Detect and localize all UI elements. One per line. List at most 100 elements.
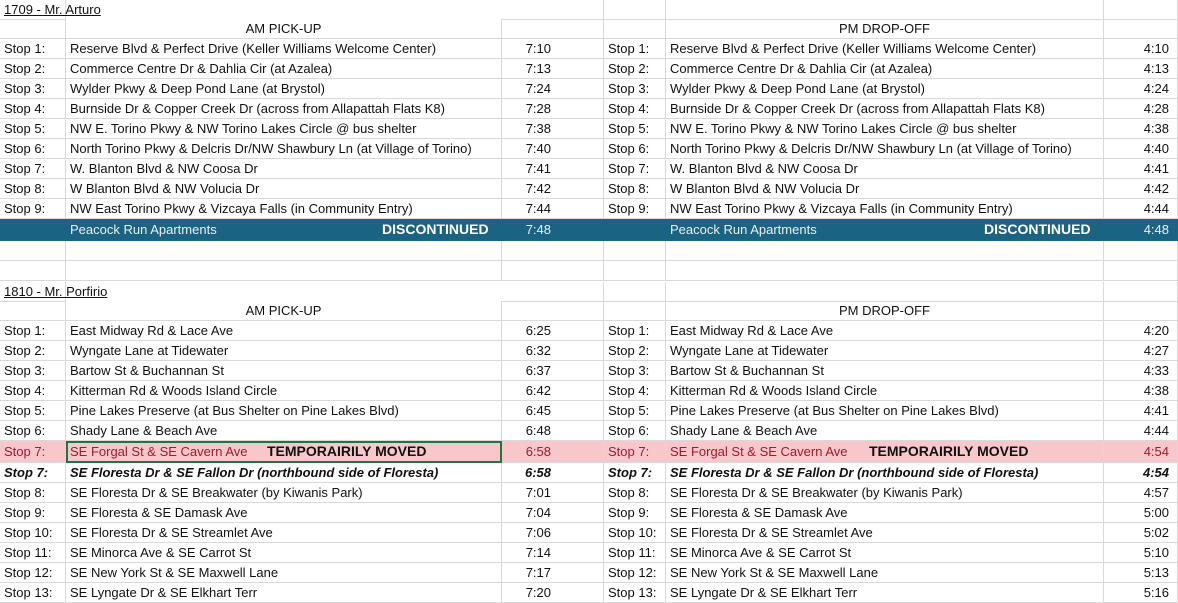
pm-stop-location[interactable]: Wyngate Lane at Tidewater [666, 341, 1104, 361]
pm-time[interactable]: 4:33 [1104, 361, 1178, 381]
stop-label[interactable]: Stop 2: [604, 341, 666, 361]
stop-label[interactable]: Stop 8: [0, 179, 66, 199]
stop-label[interactable]: Stop 7: [0, 159, 66, 179]
pm-time[interactable]: 4:54 [1104, 441, 1178, 463]
stop-label[interactable]: Stop 5: [0, 119, 66, 139]
stop-label[interactable]: Stop 4: [0, 381, 66, 401]
am-stop-location[interactable]: SE Floresta & SE Damask Ave [66, 503, 502, 523]
empty-cell[interactable] [666, 241, 1104, 261]
am-time[interactable]: 6:45 [502, 401, 604, 421]
stop-label[interactable]: Stop 5: [0, 401, 66, 421]
am-time[interactable]: 6:48 [502, 421, 604, 441]
pm-header[interactable]: PM DROP-OFF [666, 301, 1104, 321]
stop-label[interactable]: Stop 4: [604, 99, 666, 119]
pm-stop-location[interactable]: SE New York St & SE Maxwell Lane [666, 563, 1104, 583]
stop-label[interactable]: Stop 7: [604, 441, 666, 463]
stop-label[interactable]: Stop 1: [0, 321, 66, 341]
am-stop-location[interactable]: W. Blanton Blvd & NW Coosa Dr [66, 159, 502, 179]
stop-label[interactable]: Stop 7: [604, 159, 666, 179]
stop-label[interactable]: Stop 6: [604, 421, 666, 441]
am-time[interactable]: 7:13 [502, 59, 604, 79]
pm-stop-location[interactable]: SE Floresta & SE Damask Ave [666, 503, 1104, 523]
empty-cell[interactable] [604, 241, 666, 261]
am-stop-location[interactable]: NW E. Torino Pkwy & NW Torino Lakes Circ… [66, 119, 502, 139]
am-stop-location[interactable]: SE Floresta Dr & SE Breakwater (by Kiwan… [66, 483, 502, 503]
stop-label[interactable]: Stop 3: [0, 361, 66, 381]
stop-label[interactable]: Stop 9: [604, 503, 666, 523]
am-stop-location[interactable]: Wylder Pkwy & Deep Pond Lane (at Brystol… [66, 79, 502, 99]
empty-cell[interactable] [502, 301, 604, 321]
stop-label[interactable]: Stop 10: [0, 523, 66, 543]
empty-cell[interactable] [604, 282, 666, 302]
stop-label[interactable]: Stop 5: [604, 401, 666, 421]
empty-cell[interactable] [604, 0, 666, 20]
pm-time[interactable]: 4:57 [1104, 483, 1178, 503]
am-stop-location[interactable]: Wyngate Lane at Tidewater [66, 341, 502, 361]
pm-stop-location[interactable]: Wylder Pkwy & Deep Pond Lane (at Brystol… [666, 79, 1104, 99]
stop-label[interactable]: Stop 11: [604, 543, 666, 563]
pm-time[interactable]: 4:54 [1104, 463, 1178, 483]
empty-cell[interactable] [604, 301, 666, 321]
empty-cell[interactable] [604, 261, 666, 281]
am-time[interactable]: 7:20 [502, 583, 604, 603]
empty-cell[interactable] [502, 0, 604, 20]
pm-stop-location[interactable]: Peacock Run Apartments DISCONTINUED [666, 219, 1104, 241]
pm-time[interactable]: 4:41 [1104, 401, 1178, 421]
stop-label[interactable]: Stop 13: [604, 583, 666, 603]
empty-cell[interactable] [666, 261, 1104, 281]
pm-time[interactable]: 4:20 [1104, 321, 1178, 341]
pm-time[interactable]: 5:02 [1104, 523, 1178, 543]
am-stop-location[interactable]: Commerce Centre Dr & Dahlia Cir (at Azal… [66, 59, 502, 79]
pm-stop-location[interactable]: SE Minorca Ave & SE Carrot St [666, 543, 1104, 563]
stop-label[interactable]: Stop 7: [0, 441, 66, 463]
am-time[interactable]: 7:04 [502, 503, 604, 523]
stop-label[interactable]: Stop 1: [0, 39, 66, 59]
am-time[interactable]: 7:28 [502, 99, 604, 119]
stop-label[interactable]: Stop 11: [0, 543, 66, 563]
stop-label[interactable]: Stop 9: [604, 199, 666, 219]
am-stop-location[interactable]: Reserve Blvd & Perfect Drive (Keller Wil… [66, 39, 502, 59]
pm-time[interactable]: 5:13 [1104, 563, 1178, 583]
stop-label[interactable]: Stop 7: [604, 463, 666, 483]
pm-time[interactable]: 4:27 [1104, 341, 1178, 361]
empty-cell[interactable] [666, 0, 1104, 20]
am-time[interactable]: 6:32 [502, 341, 604, 361]
pm-stop-location[interactable]: East Midway Rd & Lace Ave [666, 321, 1104, 341]
stop-label[interactable]: Stop 4: [604, 381, 666, 401]
am-time[interactable]: 6:58 [502, 463, 604, 483]
empty-cell[interactable] [502, 19, 604, 39]
pm-header[interactable]: PM DROP-OFF [666, 19, 1104, 39]
stop-label[interactable]: Stop 2: [0, 341, 66, 361]
pm-stop-location[interactable]: SE Floresta Dr & SE Fallon Dr (northboun… [666, 463, 1104, 483]
pm-time[interactable]: 4:42 [1104, 179, 1178, 199]
stop-label[interactable]: Stop 3: [604, 79, 666, 99]
pm-stop-location[interactable]: North Torino Pkwy & Delcris Dr/NW Shawbu… [666, 139, 1104, 159]
pm-stop-location[interactable]: Pine Lakes Preserve (at Bus Shelter on P… [666, 401, 1104, 421]
stop-label[interactable]: Stop 2: [604, 59, 666, 79]
stop-label[interactable]: Stop 12: [0, 563, 66, 583]
empty-cell[interactable] [1104, 19, 1178, 39]
pm-stop-location[interactable]: Kitterman Rd & Woods Island Circle [666, 381, 1104, 401]
pm-time[interactable]: 4:40 [1104, 139, 1178, 159]
am-stop-location[interactable]: SE Lyngate Dr & SE Elkhart Terr [66, 583, 502, 603]
empty-cell[interactable] [1104, 261, 1178, 281]
stop-label[interactable]: Stop 3: [0, 79, 66, 99]
stop-label[interactable]: Stop 6: [0, 139, 66, 159]
pm-time[interactable]: 4:10 [1104, 39, 1178, 59]
empty-cell[interactable] [1104, 0, 1178, 20]
pm-time[interactable]: 4:38 [1104, 119, 1178, 139]
am-time[interactable]: 6:58 [502, 441, 604, 463]
empty-cell[interactable] [502, 261, 604, 281]
pm-stop-location[interactable]: NW East Torino Pkwy & Vizcaya Falls (in … [666, 199, 1104, 219]
pm-time[interactable]: 4:48 [1104, 219, 1178, 241]
am-time[interactable]: 7:10 [502, 39, 604, 59]
empty-cell[interactable] [66, 241, 502, 261]
pm-stop-location[interactable]: W Blanton Blvd & NW Volucia Dr [666, 179, 1104, 199]
pm-stop-location[interactable]: Reserve Blvd & Perfect Drive (Keller Wil… [666, 39, 1104, 59]
empty-cell[interactable] [502, 241, 604, 261]
am-stop-location[interactable]: Burnside Dr & Copper Creek Dr (across fr… [66, 99, 502, 119]
pm-stop-location[interactable]: SE Floresta Dr & SE Breakwater (by Kiwan… [666, 483, 1104, 503]
empty-cell[interactable] [0, 219, 66, 241]
stop-label[interactable]: Stop 9: [0, 503, 66, 523]
empty-cell[interactable] [0, 19, 66, 39]
